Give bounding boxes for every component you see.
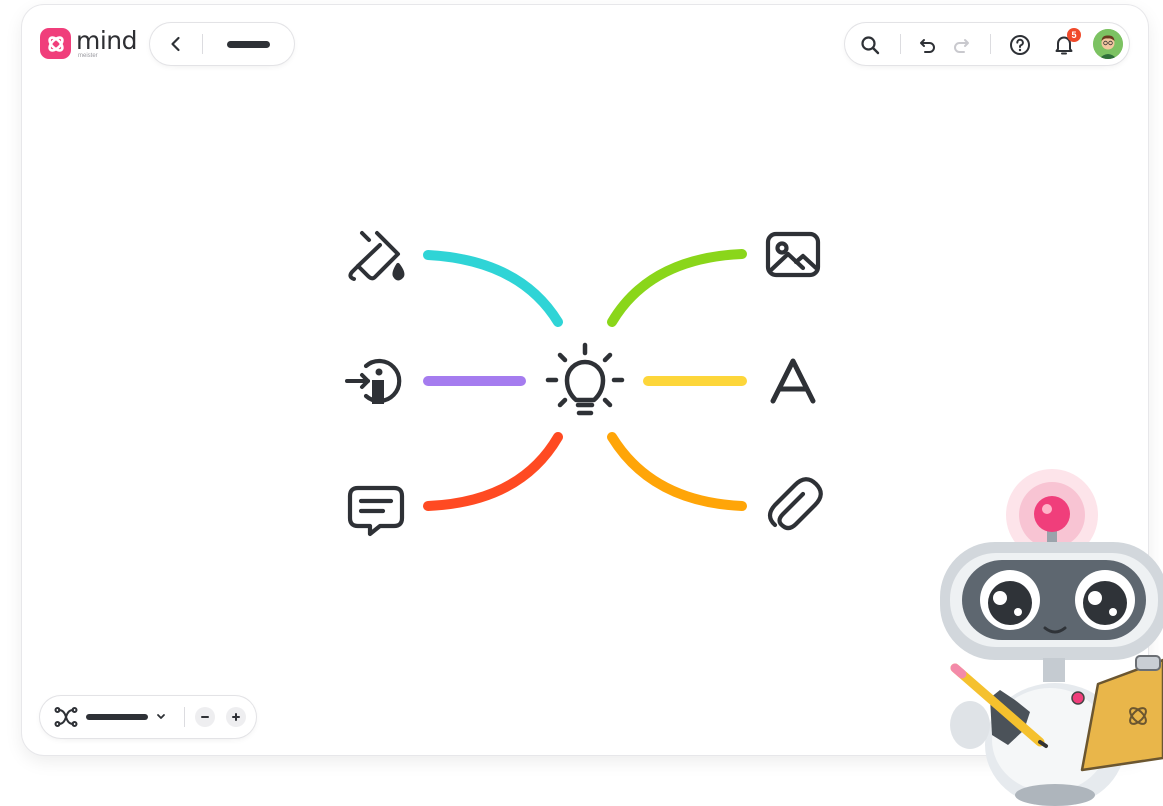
layout-selector[interactable] (54, 706, 182, 728)
minus-icon (201, 716, 209, 718)
branch-line-comment[interactable] (423, 432, 563, 511)
mindmap-layout-icon (54, 707, 78, 727)
zoom-out-button[interactable] (195, 707, 215, 727)
layout-name-placeholder (86, 714, 148, 720)
zoom-in-button[interactable] (226, 707, 246, 727)
lightbulb-icon[interactable] (545, 342, 625, 416)
branch-line-attachment[interactable] (607, 432, 747, 511)
paint-bucket-icon[interactable] (348, 231, 405, 281)
info-enter-icon[interactable] (345, 358, 402, 404)
robot-mascot (940, 469, 1163, 806)
chevron-down-icon (157, 714, 165, 719)
mind-map (345, 231, 1163, 806)
branch-line-paint[interactable] (423, 250, 563, 327)
branch-line-image[interactable] (607, 249, 747, 327)
paperclip-icon[interactable] (767, 477, 823, 531)
plus-icon (232, 713, 240, 721)
zoom-toolbar (40, 696, 256, 738)
image-icon[interactable] (765, 231, 821, 278)
text-a-icon[interactable] (770, 358, 816, 404)
comment-icon[interactable] (347, 485, 405, 537)
divider (184, 707, 185, 727)
